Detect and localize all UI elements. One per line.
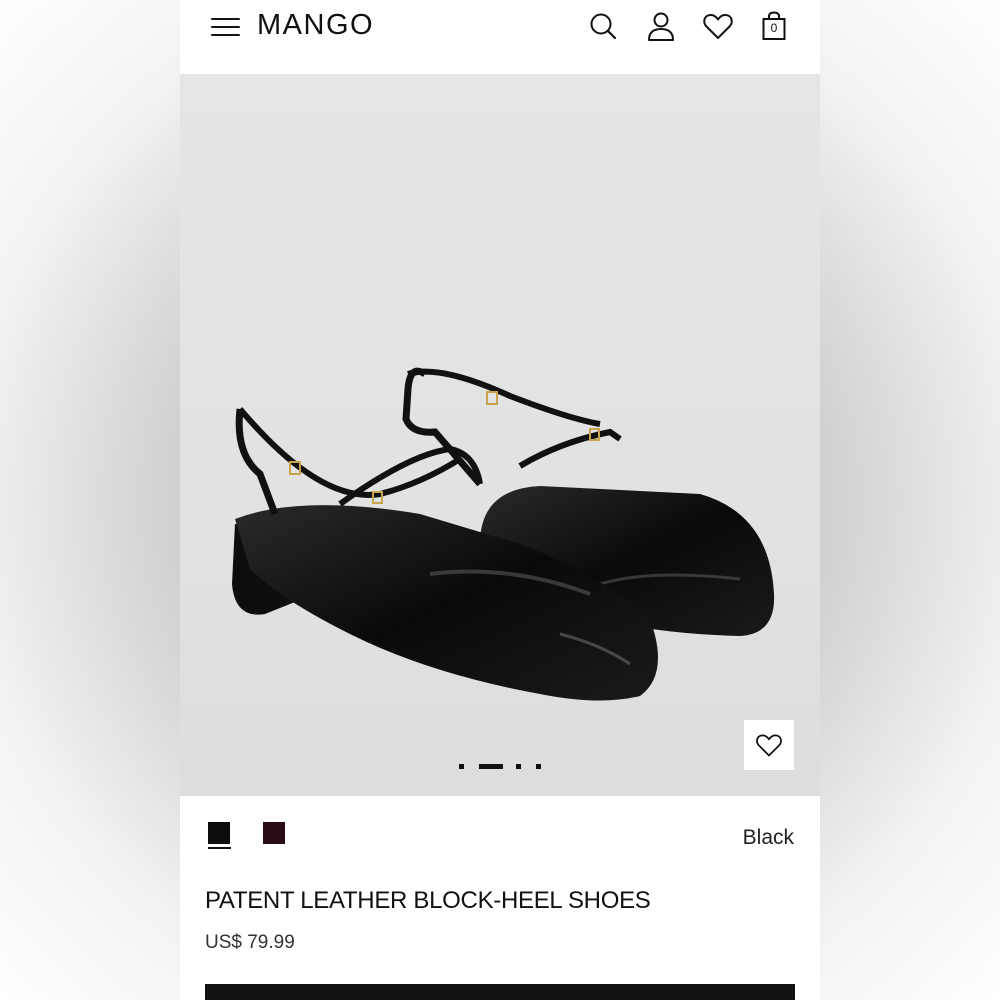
brand-logo[interactable]: MANGO [257, 9, 374, 42]
menu-icon[interactable] [210, 16, 242, 38]
product-image-gallery[interactable] [180, 74, 820, 796]
color-swatch-burgundy[interactable] [263, 822, 285, 844]
add-to-bag-button[interactable] [205, 984, 795, 1000]
color-swatch-black[interactable] [208, 822, 230, 844]
selected-color-label: Black [742, 826, 794, 849]
gallery-dot[interactable] [459, 764, 464, 769]
heart-outline-icon [756, 734, 782, 757]
gallery-pagination [180, 764, 820, 770]
bag-count: 0 [770, 21, 778, 35]
gallery-dot-active[interactable] [479, 764, 503, 769]
add-to-wishlist-button[interactable] [744, 720, 794, 770]
app-screen: MANGO 0 Black PATENT LEATHER BLOCK-HEEL … [180, 0, 820, 1000]
product-price: US$ 79.99 [205, 932, 295, 953]
bag-icon[interactable]: 0 [760, 10, 788, 42]
product-image [232, 367, 775, 701]
product-title: PATENT LEATHER BLOCK-HEEL SHOES [205, 887, 651, 914]
gallery-dot[interactable] [516, 764, 521, 769]
heart-icon[interactable] [702, 10, 734, 42]
search-icon[interactable] [587, 10, 619, 42]
user-icon[interactable] [645, 10, 677, 42]
top-header: MANGO 0 [180, 0, 820, 74]
gallery-dot[interactable] [536, 764, 541, 769]
selected-swatch-indicator [208, 847, 231, 849]
